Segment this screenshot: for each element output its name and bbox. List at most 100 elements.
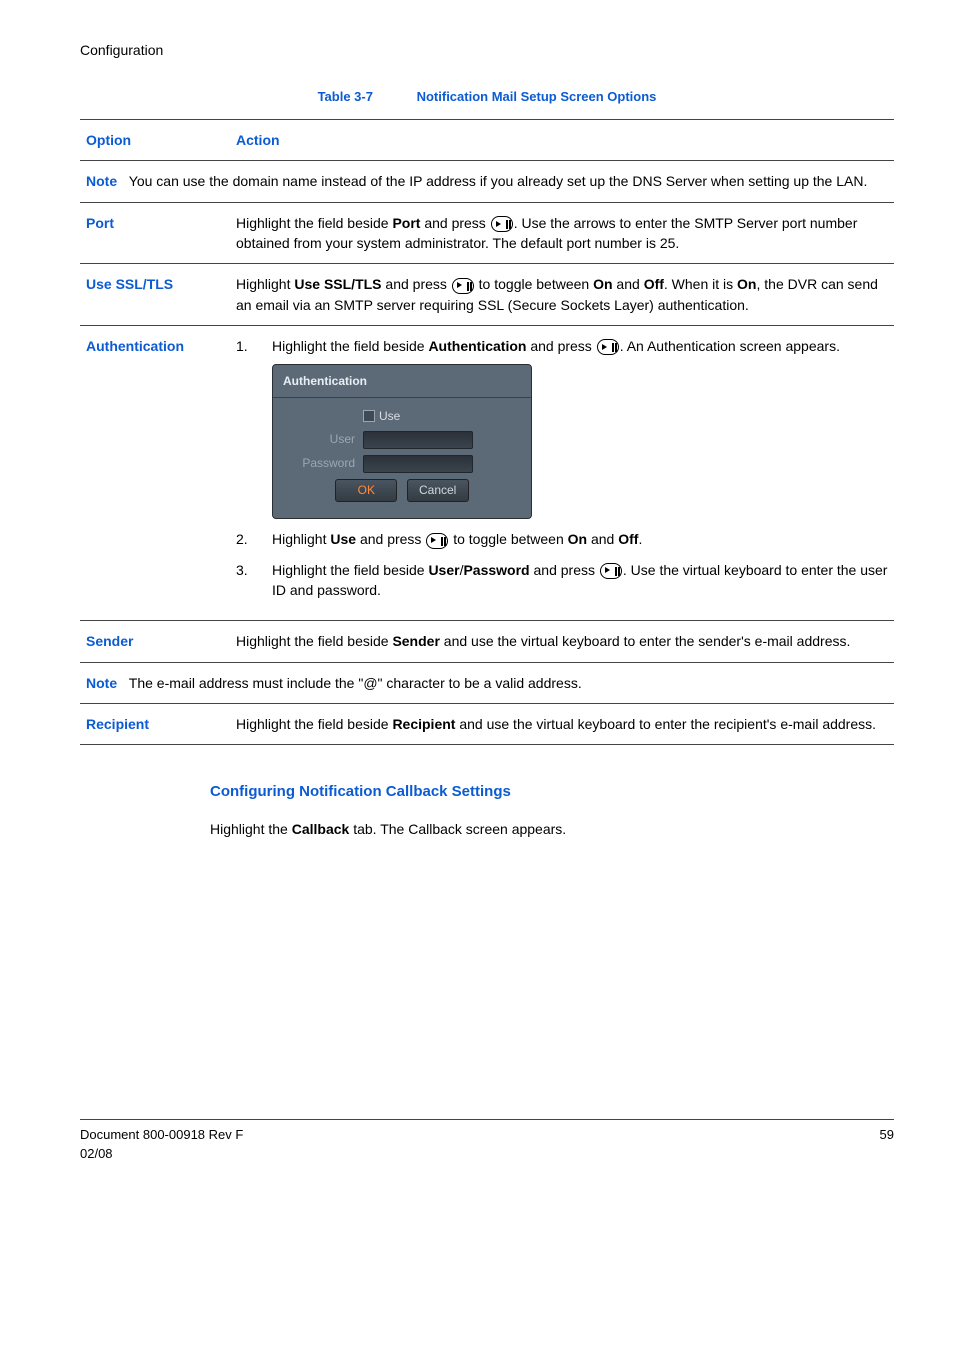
- action-sender: Highlight the field beside Sender and us…: [230, 621, 894, 662]
- row-authentication: Authentication 1. Highlight the field be…: [80, 325, 894, 620]
- txt: .: [638, 531, 642, 547]
- note-label: Note: [86, 173, 117, 189]
- note-label: Note: [86, 675, 117, 691]
- bold: On: [737, 276, 756, 292]
- txt: tab. The Callback screen appears.: [349, 821, 566, 837]
- bold: On: [568, 531, 587, 547]
- bold: Use: [330, 531, 356, 547]
- table-header-row: Option Action: [80, 120, 894, 161]
- note-spacer: [121, 675, 129, 691]
- txt: and press: [526, 338, 595, 354]
- row-sender: Sender Highlight the field beside Sender…: [80, 621, 894, 662]
- bold: On: [593, 276, 612, 292]
- bold: Authentication: [428, 338, 526, 354]
- action-port: Highlight the field beside Port and pres…: [230, 202, 894, 264]
- password-label: Password: [285, 455, 355, 472]
- playpause-icon: [452, 278, 474, 294]
- callback-paragraph: Highlight the Callback tab. The Callback…: [210, 819, 894, 839]
- row-recipient: Recipient Highlight the field beside Rec…: [80, 703, 894, 744]
- txt: . An Authentication screen appears.: [620, 338, 840, 354]
- row-ssl: Use SSL/TLS Highlight Use SSL/TLS and pr…: [80, 264, 894, 326]
- running-head: Configuration: [80, 40, 894, 60]
- note-row-dns: Note You can use the domain name instead…: [80, 161, 894, 202]
- txt: . When it is: [664, 276, 737, 292]
- txt: Highlight the field beside: [272, 562, 428, 578]
- options-table: Option Action Note You can use the domai…: [80, 119, 894, 745]
- doc-id: Document 800-00918 Rev F: [80, 1126, 243, 1145]
- action-ssl: Highlight Use SSL/TLS and press to toggl…: [230, 264, 894, 326]
- playpause-icon: [600, 563, 622, 579]
- txt: and press: [530, 562, 599, 578]
- txt: Highlight the: [210, 821, 292, 837]
- playpause-icon: [597, 339, 619, 355]
- use-label: Use: [379, 409, 400, 423]
- txt: Highlight the field beside: [236, 215, 392, 231]
- step-num: 2.: [236, 529, 254, 549]
- page-number: 59: [880, 1126, 894, 1164]
- note-email-text: The e-mail address must include the "@" …: [129, 675, 582, 691]
- txt: and use the virtual keyboard to enter th…: [455, 716, 876, 732]
- bold: Callback: [292, 821, 350, 837]
- playpause-icon: [491, 216, 513, 232]
- txt: and: [587, 531, 618, 547]
- txt: Highlight the field beside: [236, 716, 392, 732]
- step-3: 3. Highlight the field beside User/Passw…: [236, 560, 888, 601]
- user-row: User: [285, 431, 519, 449]
- action-recipient: Highlight the field beside Recipient and…: [230, 703, 894, 744]
- option-ssl: Use SSL/TLS: [80, 264, 230, 326]
- bold: Off: [618, 531, 638, 547]
- playpause-icon: [426, 533, 448, 549]
- header-option: Option: [80, 120, 230, 161]
- password-field[interactable]: [363, 455, 473, 473]
- table-caption: Table 3-7 Notification Mail Setup Screen…: [80, 88, 894, 107]
- use-checkbox[interactable]: Use: [363, 408, 400, 425]
- note-dns-text: You can use the domain name instead of t…: [129, 173, 868, 189]
- option-sender: Sender: [80, 621, 230, 662]
- txt: and press: [356, 531, 425, 547]
- user-field[interactable]: [363, 431, 473, 449]
- ok-button[interactable]: OK: [335, 479, 397, 502]
- authentication-dialog: Authentication Use User: [272, 364, 532, 519]
- txt: Highlight the field beside: [272, 338, 428, 354]
- txt: and press: [382, 276, 451, 292]
- user-label: User: [285, 431, 355, 448]
- subsection-heading: Configuring Notification Callback Settin…: [210, 781, 894, 803]
- action-authentication: 1. Highlight the field beside Authentica…: [230, 325, 894, 620]
- note-text: [121, 173, 129, 189]
- bold: Port: [392, 215, 420, 231]
- row-port: Port Highlight the field beside Port and…: [80, 202, 894, 264]
- step-num: 3.: [236, 560, 254, 601]
- table-number: Table 3-7: [318, 89, 373, 104]
- txt: to toggle between: [449, 531, 567, 547]
- doc-date: 02/08: [80, 1145, 243, 1164]
- txt: and use the virtual keyboard to enter th…: [440, 633, 850, 649]
- bold: Off: [644, 276, 664, 292]
- step-num: 1.: [236, 336, 254, 519]
- checkbox-icon: [363, 410, 375, 422]
- note-row-email: Note The e-mail address must include the…: [80, 662, 894, 703]
- header-action: Action: [230, 120, 894, 161]
- txt: Highlight: [272, 531, 330, 547]
- txt: to toggle between: [475, 276, 593, 292]
- page-footer: Document 800-00918 Rev F 02/08 59: [80, 1119, 894, 1164]
- footer-left: Document 800-00918 Rev F 02/08: [80, 1126, 243, 1164]
- bold: User: [428, 562, 459, 578]
- txt: Highlight: [236, 276, 294, 292]
- txt: and: [613, 276, 644, 292]
- txt: and press: [420, 215, 489, 231]
- step-2: 2. Highlight Use and press to toggle bet…: [236, 529, 888, 549]
- bold: Use SSL/TLS: [294, 276, 381, 292]
- table-title: Notification Mail Setup Screen Options: [417, 89, 657, 104]
- bold: Recipient: [392, 716, 455, 732]
- cancel-button[interactable]: Cancel: [407, 479, 469, 502]
- txt: Highlight the field beside: [236, 633, 392, 649]
- password-row: Password: [285, 455, 519, 473]
- bold: Sender: [392, 633, 439, 649]
- option-port: Port: [80, 202, 230, 264]
- option-recipient: Recipient: [80, 703, 230, 744]
- use-row: Use: [285, 408, 519, 425]
- dialog-title: Authentication: [273, 369, 531, 397]
- step-1: 1. Highlight the field beside Authentica…: [236, 336, 888, 519]
- bold: Password: [463, 562, 529, 578]
- option-authentication: Authentication: [80, 325, 230, 620]
